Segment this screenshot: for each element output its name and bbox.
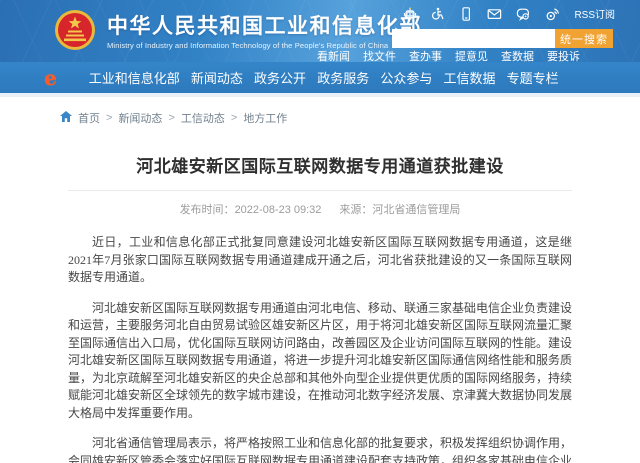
nav-item-gov-open[interactable]: 政务公开 bbox=[254, 68, 306, 87]
article-paragraph: 河北雄安新区国际互联网数据专用通道由河北电信、移动、联通三家基础电信企业负责建设… bbox=[68, 300, 572, 423]
breadcrumb-home[interactable]: 首页 bbox=[78, 110, 100, 126]
quick-link-data[interactable]: 查数据 bbox=[501, 48, 534, 62]
breadcrumb: 首页 > 新闻动态 > 工信动态 > 地方工作 bbox=[60, 110, 640, 126]
title-divider bbox=[68, 190, 572, 191]
wechat-icon[interactable] bbox=[516, 7, 531, 21]
mobile-icon[interactable] bbox=[459, 7, 473, 21]
robot-assistant-icon[interactable] bbox=[403, 7, 417, 21]
weibo-icon[interactable] bbox=[545, 7, 560, 21]
quick-link-suggest[interactable]: 提意见 bbox=[455, 48, 488, 62]
search-input[interactable] bbox=[392, 29, 555, 48]
quick-link-services[interactable]: 查办事 bbox=[409, 48, 442, 62]
accessibility-icon[interactable] bbox=[431, 7, 445, 21]
article-paragraph: 近日，工业和信息化部正式批复同意建设河北雄安新区国际互联网数据专用通道，这是继2… bbox=[68, 234, 572, 287]
search-button[interactable]: 统一搜索 bbox=[555, 29, 613, 48]
nav-item-miit[interactable]: 工业和信息化部 bbox=[89, 68, 180, 87]
breadcrumb-local-work[interactable]: 地方工作 bbox=[243, 110, 287, 126]
quick-links-row: 看新闻 找文件 查办事 提意见 查数据 要投诉 bbox=[317, 48, 580, 62]
breadcrumb-dynamics[interactable]: 工信动态 bbox=[181, 110, 225, 126]
publish-time: 2022-08-23 09:32 bbox=[235, 204, 322, 216]
nav-item-data[interactable]: 工信数据 bbox=[444, 68, 496, 87]
article-container: 河北雄安新区国际互联网数据专用通道获批建设 发布时间：2022-08-23 09… bbox=[0, 152, 640, 463]
quick-link-complain[interactable]: 要投诉 bbox=[547, 48, 580, 62]
article-title: 河北雄安新区国际互联网数据专用通道获批建设 bbox=[68, 152, 572, 177]
article-meta: 发布时间：2022-08-23 09:32 来源：河北省通信管理局 bbox=[68, 201, 572, 217]
quick-link-files[interactable]: 找文件 bbox=[363, 48, 396, 62]
source-value: 河北省通信管理局 bbox=[372, 204, 460, 216]
e-gov-logo-icon: e bbox=[42, 65, 58, 91]
breadcrumb-separator: > bbox=[168, 112, 174, 124]
nav-items: 工业和信息化部 新闻动态 政务公开 政务服务 公众参与 工信数据 专题专栏 bbox=[89, 68, 559, 87]
publish-time-label: 发布时间： bbox=[180, 204, 235, 216]
nav-bottom-strip bbox=[0, 93, 640, 97]
utility-icon-row: RSS订阅 bbox=[403, 6, 615, 21]
breadcrumb-separator: > bbox=[106, 112, 112, 124]
nav-item-gov-service[interactable]: 政务服务 bbox=[317, 68, 369, 87]
national-emblem-icon bbox=[54, 9, 96, 56]
article-paragraph: 河北省通信管理局表示，将严格按照工业和信息化部的批复要求，积极发挥组织协调作用，… bbox=[68, 435, 572, 463]
nav-item-news[interactable]: 新闻动态 bbox=[191, 68, 243, 87]
quick-link-news[interactable]: 看新闻 bbox=[317, 48, 350, 62]
nav-item-topics[interactable]: 专题专栏 bbox=[507, 68, 559, 87]
breadcrumb-separator: > bbox=[231, 112, 237, 124]
breadcrumb-news[interactable]: 新闻动态 bbox=[118, 110, 162, 126]
source-label: 来源： bbox=[339, 204, 372, 216]
rss-subscribe-link[interactable]: RSS订阅 bbox=[574, 6, 615, 21]
site-header: 中华人民共和国工业和信息化部 Ministry of Industry and … bbox=[0, 0, 640, 62]
unified-search: 统一搜索 bbox=[392, 29, 613, 48]
home-icon bbox=[60, 111, 72, 125]
site-title: 中华人民共和国工业和信息化部 bbox=[107, 15, 422, 38]
mail-icon[interactable] bbox=[487, 7, 502, 21]
nav-item-participation[interactable]: 公众参与 bbox=[380, 68, 432, 87]
article-body: 近日，工业和信息化部正式批复同意建设河北雄安新区国际互联网数据专用通道，这是继2… bbox=[68, 234, 572, 463]
main-nav: e 工业和信息化部 新闻动态 政务公开 政务服务 公众参与 工信数据 专题专栏 bbox=[0, 62, 640, 93]
